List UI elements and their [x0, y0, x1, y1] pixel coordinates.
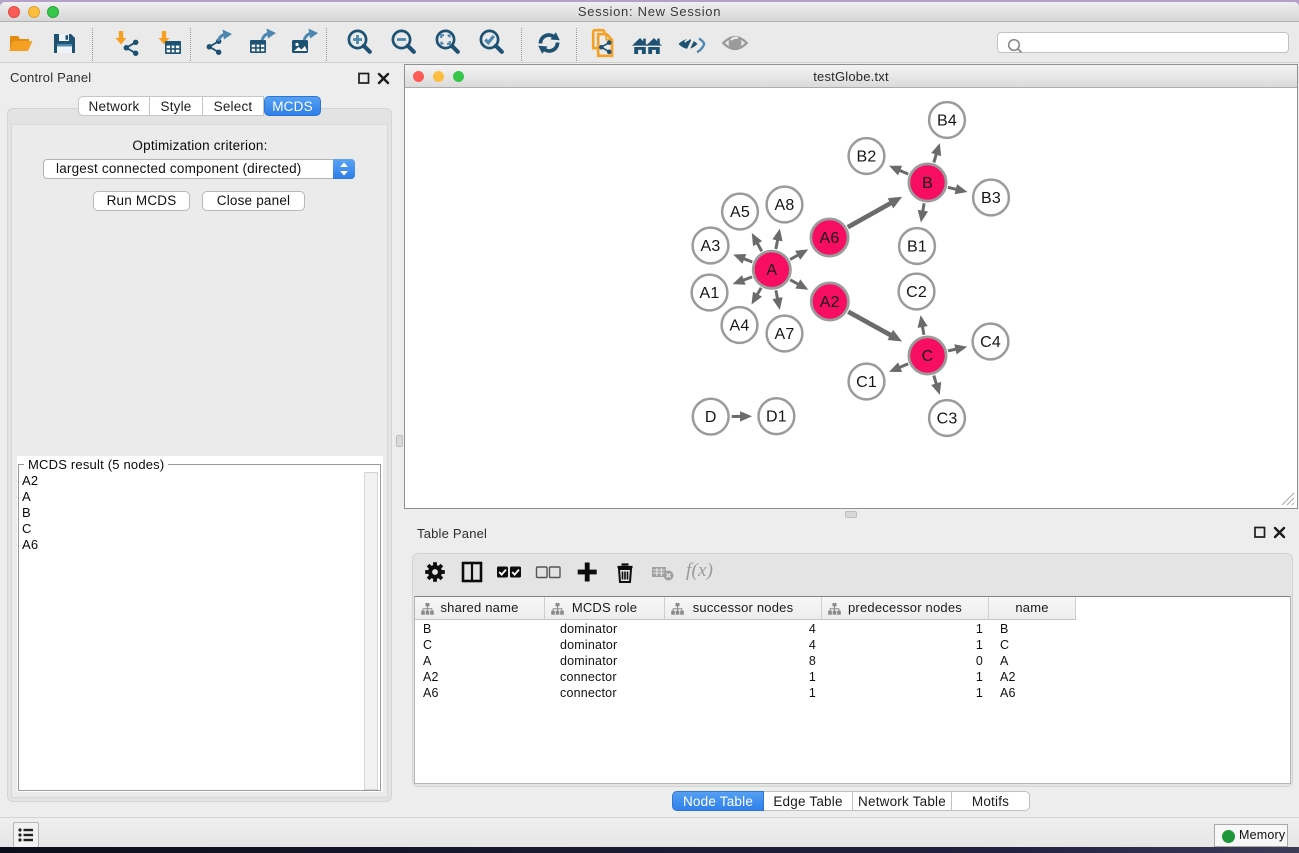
svg-text:A8: A8	[775, 197, 795, 214]
svg-text:C: C	[922, 348, 934, 365]
svg-text:A1: A1	[700, 285, 720, 302]
svg-text:B2: B2	[857, 149, 877, 166]
svg-text:A3: A3	[701, 238, 721, 255]
svg-text:C4: C4	[980, 334, 1001, 351]
svg-text:B3: B3	[981, 190, 1001, 207]
svg-text:A: A	[766, 262, 777, 279]
svg-text:B1: B1	[907, 239, 927, 256]
svg-text:C3: C3	[937, 411, 958, 428]
svg-text:C2: C2	[906, 284, 927, 301]
svg-text:A7: A7	[775, 326, 795, 343]
svg-text:A5: A5	[730, 204, 750, 221]
svg-text:D: D	[705, 409, 717, 426]
svg-text:B4: B4	[937, 113, 957, 130]
svg-text:A4: A4	[730, 318, 750, 335]
svg-text:D1: D1	[766, 409, 787, 426]
svg-text:A6: A6	[820, 230, 840, 247]
svg-text:A2: A2	[820, 294, 840, 311]
svg-text:B: B	[922, 175, 933, 192]
svg-text:C1: C1	[856, 374, 877, 391]
